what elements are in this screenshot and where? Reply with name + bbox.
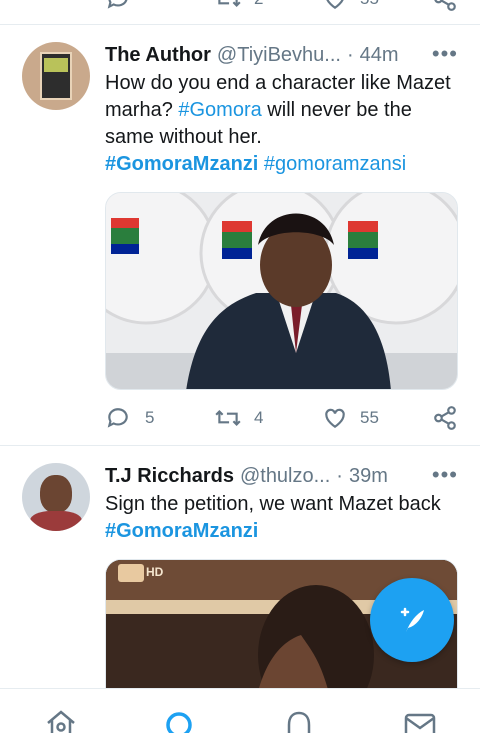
heart-icon <box>326 0 344 9</box>
separator: · <box>336 464 343 487</box>
divider <box>0 445 480 446</box>
hashtag-link[interactable]: #Gomora <box>178 99 261 121</box>
like-count: 55 <box>360 0 379 9</box>
compose-icon <box>400 607 424 632</box>
messages-icon <box>404 713 436 733</box>
share-icon <box>434 406 456 430</box>
tweet[interactable]: The Author @TiyiBevhu... · 44m ••• How d… <box>0 40 480 445</box>
more-options-icon[interactable]: ••• <box>432 464 458 486</box>
avatar-face <box>40 475 72 513</box>
tweet-header: T.J Ricchards @thulzo... · 39m <box>105 461 388 491</box>
avatar-shirt <box>30 511 82 531</box>
heart-icon <box>325 408 345 428</box>
compose-tweet-button[interactable] <box>370 578 454 662</box>
retweet-count: 4 <box>254 408 264 427</box>
timestamp[interactable]: 39m <box>349 465 388 488</box>
like-count: 55 <box>360 408 379 427</box>
author-handle[interactable]: @TiyiBevhu... <box>217 44 341 67</box>
retweet-action[interactable]: 2 <box>214 0 263 12</box>
hashtag-link[interactable]: #GomoraMzanzi <box>105 520 258 542</box>
author-name[interactable]: The Author <box>105 44 211 67</box>
home-icon <box>47 710 75 733</box>
divider <box>0 24 480 25</box>
tweet-header: The Author @TiyiBevhu... · 44m <box>105 40 399 70</box>
nav-home[interactable] <box>45 709 77 733</box>
media-photo <box>106 193 457 389</box>
reply-action[interactable]: 5 <box>105 405 154 431</box>
notifications-icon <box>287 711 311 733</box>
share-icon <box>434 0 456 11</box>
share-action[interactable] <box>432 0 458 12</box>
bottom-navigation <box>0 688 480 733</box>
search-icon <box>166 712 192 733</box>
timestamp[interactable]: 44m <box>360 44 399 67</box>
like-action[interactable]: 55 <box>322 0 379 12</box>
avatar[interactable] <box>22 463 90 531</box>
nav-messages[interactable] <box>403 709 437 733</box>
tweet-text: Sign the petition, we want Mazet back #G… <box>105 491 465 545</box>
author-name[interactable]: T.J Ricchards <box>105 465 234 488</box>
hashtag-link[interactable]: #GomoraMzanzi <box>105 153 258 175</box>
previous-tweet-actions: 2 55 <box>0 0 480 22</box>
media-quality-label: HD <box>146 565 164 579</box>
nav-notifications[interactable] <box>283 709 315 733</box>
reply-icon <box>107 0 128 9</box>
tweet-text: How do you end a character like Mazet ma… <box>105 70 465 178</box>
more-options-icon[interactable]: ••• <box>432 43 458 65</box>
retweet-icon <box>218 0 241 7</box>
retweet-action[interactable]: 4 <box>214 405 263 431</box>
reply-icon <box>107 408 128 428</box>
retweet-icon <box>215 410 241 426</box>
like-action[interactable]: 55 <box>322 405 379 431</box>
avatar[interactable] <box>22 42 90 110</box>
tweet-text-plain: Sign the petition, we want Mazet back <box>105 493 441 515</box>
reply-count: 5 <box>145 408 155 427</box>
hashtag-link[interactable]: #gomoramzansi <box>264 153 406 175</box>
retweet-count: 2 <box>254 0 263 9</box>
author-handle[interactable]: @thulzo... <box>240 465 330 488</box>
separator: · <box>346 43 354 66</box>
tweet-media-image[interactable] <box>105 192 458 390</box>
avatar-book-cover <box>44 58 68 72</box>
reply-action[interactable] <box>105 0 131 12</box>
nav-search[interactable] <box>164 709 196 733</box>
share-action[interactable] <box>432 405 458 431</box>
